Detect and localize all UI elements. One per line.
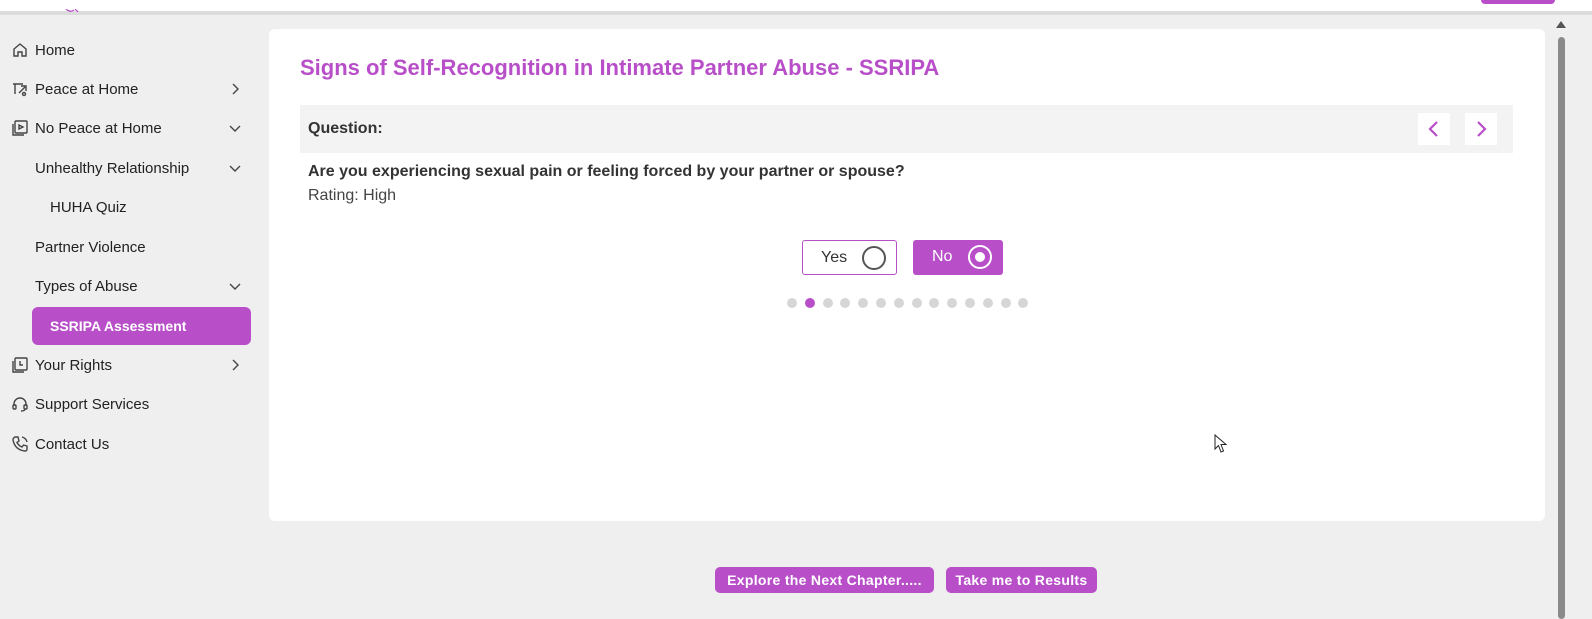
sidebar-item-label: Support Services [35, 395, 150, 413]
chevron-left-icon [1424, 119, 1444, 139]
sidebar-item-unhealthy-relationship[interactable]: Unhealthy Relationship [35, 149, 243, 187]
phone-icon [11, 435, 29, 453]
progress-dot[interactable] [893, 298, 904, 308]
page-title: Signs of Self-Recognition in Intimate Pa… [300, 55, 940, 80]
sidebar-item-ssripa-assessment[interactable]: SSRIPA Assessment [32, 307, 251, 345]
sidebar-item-your-rights[interactable]: Your Rights [11, 346, 243, 384]
question-label: Question: [308, 120, 383, 137]
mouse-cursor-icon [1214, 433, 1228, 454]
sidebar-item-partner-violence[interactable]: Partner Violence [35, 228, 240, 266]
video-icon [11, 119, 29, 137]
answer-yes-option[interactable]: Yes [802, 240, 897, 275]
peace-icon [11, 80, 29, 98]
sidebar-item-home[interactable]: Home [11, 31, 251, 69]
progress-dot[interactable] [1018, 298, 1029, 308]
sidebar-item-label: Contact Us [35, 435, 110, 453]
sidebar-item-label: No Peace at Home [35, 119, 162, 137]
question-header-bar: Question: [300, 105, 1513, 153]
headset-icon [11, 395, 29, 413]
sidebar-item-label: Your Rights [35, 356, 112, 374]
progress-dot[interactable] [822, 298, 833, 308]
sidebar-item-label: Unhealthy Relationship [35, 159, 190, 177]
chevron-right-icon [227, 81, 243, 97]
sidebar-item-no-peace-at-home[interactable]: No Peace at Home [11, 109, 243, 147]
progress-dot[interactable] [911, 298, 922, 308]
assessment-card: Signs of Self-Recognition in Intimate Pa… [269, 29, 1545, 521]
sidebar-item-support-services[interactable]: Support Services [11, 385, 251, 423]
book-icon [11, 356, 29, 374]
scrollbar-thumb[interactable] [1558, 37, 1565, 619]
explore-next-chapter-button[interactable]: Explore the Next Chapter..... [715, 567, 934, 593]
sidebar-item-label: SSRIPA Assessment [50, 318, 187, 334]
progress-dot[interactable] [947, 298, 958, 308]
answer-label: No [932, 248, 953, 265]
radio-unselected-icon[interactable] [862, 246, 886, 270]
sidebar-item-types-of-abuse[interactable]: Types of Abuse [35, 267, 243, 305]
chevron-right-icon [227, 357, 243, 373]
scroll-up-arrow-icon[interactable] [1556, 21, 1566, 28]
sidebar-item-label: Partner Violence [35, 238, 146, 256]
take-me-to-results-button[interactable]: Take me to Results [946, 567, 1097, 593]
page-scrollbar[interactable] [1555, 19, 1567, 619]
header-button-fragment[interactable] [1481, 0, 1555, 4]
progress-dot[interactable] [804, 298, 815, 308]
sidebar-item-peace-at-home[interactable]: Peace at Home [11, 70, 243, 108]
top-header-bar [0, 0, 1592, 15]
next-question-button[interactable] [1465, 113, 1497, 145]
progress-dot[interactable] [840, 298, 851, 308]
progress-dot[interactable] [876, 298, 886, 308]
radio-selected-icon[interactable] [968, 245, 992, 269]
sidebar-item-label: Types of Abuse [35, 277, 138, 295]
chevron-down-icon [227, 278, 243, 294]
question-text: Are you experiencing sexual pain or feel… [308, 163, 905, 180]
sidebar-item-huha-quiz[interactable]: HUHA Quiz [50, 188, 240, 226]
chevron-down-icon [227, 160, 243, 176]
answer-label: Yes [821, 249, 848, 266]
progress-dot[interactable] [787, 298, 797, 308]
progress-dot[interactable] [858, 298, 869, 308]
logo-fragment [64, 0, 82, 13]
answer-no-option[interactable]: No [913, 240, 1003, 275]
sidebar-item-label: HUHA Quiz [50, 198, 127, 216]
chevron-down-icon [227, 120, 243, 136]
sidebar-item-contact-us[interactable]: Contact Us [11, 425, 251, 463]
question-rating: Rating: High [308, 187, 397, 204]
sidebar-item-label: Home [35, 41, 76, 59]
progress-dot[interactable] [982, 298, 993, 308]
progress-dot[interactable] [965, 298, 975, 308]
sidebar-item-label: Peace at Home [35, 80, 139, 98]
progress-dot[interactable] [1000, 298, 1011, 308]
chevron-right-icon [1471, 119, 1491, 139]
home-icon [11, 41, 29, 59]
previous-question-button[interactable] [1418, 113, 1450, 145]
progress-dot[interactable] [929, 298, 940, 308]
